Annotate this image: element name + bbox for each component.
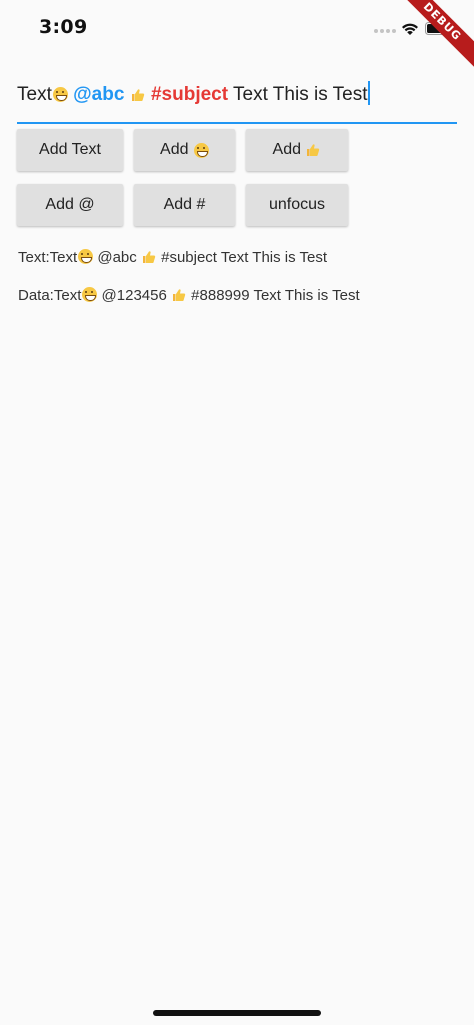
rich-text-input[interactable]: Text @abc #subject Text This is Test — [17, 76, 457, 124]
home-indicator[interactable] — [153, 1010, 321, 1016]
add-emoji-button[interactable]: Add — [134, 129, 235, 171]
output-data-line: Data:Text @123456 #888999 Text This is T… — [18, 287, 360, 304]
unfocus-button[interactable]: unfocus — [246, 184, 348, 226]
app-screen: 3:09 DEBUG Text @abc #subject Text This … — [0, 0, 474, 1025]
add-hashtag-button[interactable]: Add # — [134, 184, 235, 226]
status-bar: 3:09 DEBUG — [0, 0, 474, 71]
cellular-signal-icon — [374, 29, 396, 35]
mention-chip[interactable]: @abc — [73, 84, 124, 105]
thumbs-up-emoji-icon — [142, 251, 156, 263]
wifi-icon — [402, 23, 418, 35]
thumbs-up-emoji-icon — [307, 144, 320, 156]
grin-emoji-icon — [52, 87, 68, 102]
add-text-button[interactable]: Add Text — [17, 129, 123, 171]
status-time: 3:09 — [39, 16, 88, 38]
text-caret — [368, 81, 371, 105]
grin-emoji-icon — [78, 249, 94, 264]
add-mention-button[interactable]: Add @ — [17, 184, 123, 226]
input-text-plain: Text — [17, 84, 52, 105]
thumbs-up-emoji-icon — [173, 289, 186, 301]
output-text-line: Text:Text @abc #subject Text This is Tes… — [18, 249, 328, 266]
topic-chip[interactable]: #subject — [151, 84, 228, 105]
add-thumbs-up-button[interactable]: Add — [246, 129, 348, 171]
grin-emoji-icon — [82, 287, 98, 302]
thumbs-up-emoji-icon — [131, 89, 144, 101]
grin-emoji-icon — [193, 142, 209, 158]
